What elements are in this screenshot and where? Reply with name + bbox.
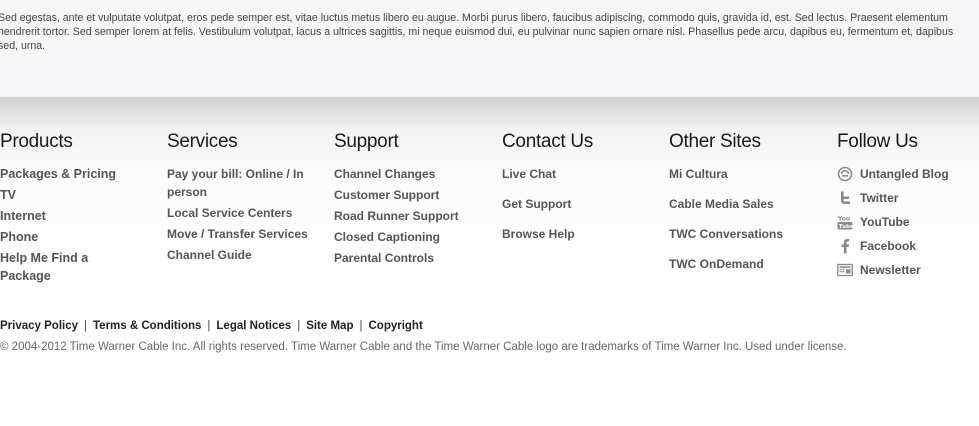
link-road-runner-support[interactable]: Road Runner Support xyxy=(334,207,494,225)
link-youtube[interactable]: You Tube YouTube xyxy=(837,213,979,231)
link-internet[interactable]: Internet xyxy=(0,207,160,225)
youtube-label: YouTube xyxy=(860,215,910,229)
divider: | xyxy=(84,320,87,332)
intro-section: Sed egestas, ante et vulputate volutpat,… xyxy=(0,0,979,97)
link-pay-bill[interactable]: Pay your bill: Online / In person xyxy=(167,165,307,201)
link-cable-media-sales[interactable]: Cable Media Sales xyxy=(669,195,829,213)
link-facebook[interactable]: Facebook xyxy=(837,237,979,255)
svg-text:You: You xyxy=(837,216,850,223)
contact-heading: Contact Us xyxy=(502,131,593,152)
link-move-transfer[interactable]: Move / Transfer Services xyxy=(167,225,327,243)
untangled-blog-label: Untangled Blog xyxy=(860,167,949,181)
facebook-label: Facebook xyxy=(860,239,917,253)
other-sites-heading: Other Sites xyxy=(669,131,761,152)
link-site-map[interactable]: Site Map xyxy=(306,320,353,332)
intro-text: Sed egestas, ante et vulputate volutpat,… xyxy=(0,12,954,52)
link-live-chat[interactable]: Live Chat xyxy=(502,165,662,183)
facebook-icon xyxy=(837,238,853,254)
link-closed-captioning[interactable]: Closed Captioning xyxy=(334,228,494,246)
link-twc-conversations[interactable]: TWC Conversations xyxy=(669,225,829,243)
newsletter-label: Newsletter xyxy=(860,263,921,277)
blog-icon xyxy=(837,166,853,182)
link-channel-changes[interactable]: Channel Changes xyxy=(334,165,494,183)
divider: | xyxy=(297,320,301,332)
link-newsletter[interactable]: Newsletter xyxy=(837,261,979,279)
products-column: Products Packages & Pricing TV Internet … xyxy=(0,131,160,288)
follow-column: Follow Us Untangled Blog Twitter You Tube… xyxy=(837,131,979,285)
products-heading: Products xyxy=(0,131,73,152)
link-legal-notices[interactable]: Legal Notices xyxy=(216,320,291,332)
copyright-notice: © 2004-2012 Time Warner Cable Inc. All r… xyxy=(0,341,847,353)
link-tv[interactable]: TV xyxy=(0,186,160,204)
link-channel-guide[interactable]: Channel Guide xyxy=(167,246,327,264)
link-help-find-package[interactable]: Help Me Find a Package xyxy=(0,249,110,285)
support-column: Support Channel Changes Customer Support… xyxy=(334,131,494,270)
link-copyright[interactable]: Copyright xyxy=(368,320,422,332)
link-customer-support[interactable]: Customer Support xyxy=(334,186,494,204)
link-terms-conditions[interactable]: Terms & Conditions xyxy=(93,320,201,332)
link-untangled-blog[interactable]: Untangled Blog xyxy=(837,165,979,183)
link-twc-ondemand[interactable]: TWC OnDemand xyxy=(669,255,829,273)
link-parental-controls[interactable]: Parental Controls xyxy=(334,249,494,267)
link-local-service-centers[interactable]: Local Service Centers xyxy=(167,204,327,222)
services-column: Services Pay your bill: Online / In pers… xyxy=(167,131,327,267)
svg-text:Tube: Tube xyxy=(839,224,853,230)
newsletter-icon xyxy=(837,262,853,278)
other-sites-column: Other Sites Mi Cultura Cable Media Sales… xyxy=(669,131,829,285)
legal-links: Privacy Policy | Terms & Conditions | Legal … xyxy=(0,320,423,332)
link-packages-pricing[interactable]: Packages & Pricing xyxy=(0,165,160,183)
link-browse-help[interactable]: Browse Help xyxy=(502,225,662,243)
link-twitter[interactable]: Twitter xyxy=(837,189,979,207)
divider: | xyxy=(359,320,363,332)
contact-column: Contact Us Live Chat Get Support Browse … xyxy=(502,131,662,255)
youtube-icon: You Tube xyxy=(837,214,853,231)
link-phone[interactable]: Phone xyxy=(0,228,160,246)
services-heading: Services xyxy=(167,131,238,152)
link-mi-cultura[interactable]: Mi Cultura xyxy=(669,165,829,183)
twitter-icon xyxy=(837,190,853,206)
divider: | xyxy=(207,320,211,332)
twitter-label: Twitter xyxy=(860,191,899,205)
link-get-support[interactable]: Get Support xyxy=(502,195,662,213)
link-privacy-policy[interactable]: Privacy Policy xyxy=(0,320,78,332)
follow-heading: Follow Us xyxy=(837,131,918,152)
support-heading: Support xyxy=(334,131,399,152)
